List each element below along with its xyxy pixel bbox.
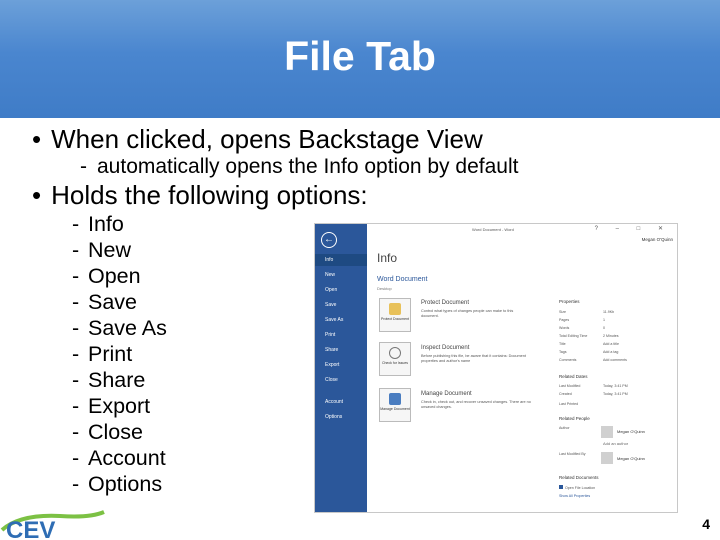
card-title: Manage Document <box>421 391 472 397</box>
related-dates-heading: Related Dates <box>559 374 588 379</box>
sidebar-item-save[interactable]: Save <box>315 299 367 311</box>
property-row[interactable]: Title Add a title <box>559 342 669 348</box>
option-item: - Share <box>72 368 146 392</box>
window-titlebar: Word Document - Word ? – □ ✕ Megan O'Qui… <box>367 224 677 242</box>
inspect-icon <box>389 347 401 359</box>
sidebar-item-share[interactable]: Share <box>315 344 367 356</box>
sidebar-item-info[interactable]: Info <box>315 254 367 266</box>
sidebar-item-open[interactable]: Open <box>315 284 367 296</box>
window-title: Word Document - Word <box>472 227 514 232</box>
bullet-backstage: • When clicked, opens Backstage View <box>32 124 483 154</box>
date-row: Created Today, 3:41 PM <box>559 392 628 396</box>
sidebar-item-account[interactable]: Account <box>315 396 367 408</box>
option-item: - Print <box>72 342 133 366</box>
show-all-properties-link[interactable]: Show All Properties <box>559 494 669 500</box>
properties-heading[interactable]: Properties <box>559 299 580 304</box>
last-modified-by-label: Last Modified By <box>559 452 586 456</box>
card-title: Protect Document <box>421 300 470 306</box>
option-item: - Save As <box>72 316 167 340</box>
card-text: Control what types of changes people can… <box>421 309 514 318</box>
folder-icon <box>559 485 563 489</box>
sidebar-item-options[interactable]: Options <box>315 411 367 423</box>
property-row: Pages 1 <box>559 318 605 322</box>
sidebar-item-close[interactable]: Close <box>315 374 367 386</box>
option-item: - Save <box>72 290 138 314</box>
page-number: 4 <box>702 516 710 532</box>
card-text: Before publishing this file, be aware th… <box>421 354 526 363</box>
sidebar-item-print[interactable]: Print <box>315 329 367 341</box>
option-item: - Account <box>72 446 166 470</box>
sidebar-item-export[interactable]: Export <box>315 359 367 371</box>
protect-document-button[interactable]: Protect Document <box>379 298 411 332</box>
bullet-text: When clicked, opens Backstage View <box>51 124 483 154</box>
option-item: - Info <box>72 212 124 236</box>
title-banner: File Tab <box>0 0 720 118</box>
related-people-heading: Related People <box>559 416 590 421</box>
add-author-link[interactable]: Add an author <box>603 441 628 446</box>
property-row[interactable]: Comments Add comments <box>559 358 669 364</box>
backstage-screenshot: ← Info New Open Save Save As Print Share… <box>314 223 678 513</box>
card-text: Check in, check out, and recover unsaved… <box>421 400 531 409</box>
sidebar-item-new[interactable]: New <box>315 269 367 281</box>
option-item: - Options <box>72 472 163 496</box>
sidebar-item-save-as[interactable]: Save As <box>315 314 367 326</box>
window-controls[interactable]: ? – □ ✕ <box>595 225 671 232</box>
document-icon <box>389 393 401 405</box>
backstage-heading: Info <box>377 251 398 265</box>
card-title: Inspect Document <box>421 345 470 351</box>
avatar <box>601 426 613 438</box>
property-row: Size 11.9Kb <box>559 310 615 314</box>
author-name[interactable]: Megan O'Quinn <box>617 429 645 434</box>
document-name: Word Document <box>377 276 428 283</box>
manage-document-button[interactable]: Manage Document <box>379 388 411 422</box>
check-for-issues-button[interactable]: Check for Issues <box>379 342 411 376</box>
user-name[interactable]: Megan O'Quinn <box>642 237 673 242</box>
property-row: Words 0 <box>559 326 605 330</box>
slide-title: File Tab <box>284 33 436 79</box>
lock-icon <box>389 303 401 315</box>
bullet-text: Holds the following options: <box>51 180 368 210</box>
option-item: - Open <box>72 264 141 288</box>
option-item: - Export <box>72 394 151 418</box>
svg-text:CEV: CEV <box>6 517 55 540</box>
cev-logo: CEV <box>0 510 105 540</box>
back-arrow-icon[interactable]: ← <box>321 232 337 248</box>
date-row: Last Printed <box>559 402 579 406</box>
date-row: Last Modified Today, 3:41 PM <box>559 384 628 388</box>
property-row[interactable]: Tags Add a tag <box>559 350 669 356</box>
last-modified-by-name[interactable]: Megan O'Quinn <box>617 456 645 461</box>
open-file-location-link[interactable]: Open File Location <box>559 485 669 491</box>
backstage-sidebar: ← Info New Open Save Save As Print Share… <box>315 224 367 512</box>
options-list: - Info - New - Open - Save - Save As - Print -… <box>72 211 167 497</box>
option-item: - New <box>72 238 132 262</box>
option-item: - Close <box>72 420 143 444</box>
bullet-options: • Holds the following options: <box>32 180 368 210</box>
related-documents-heading: Related Documents <box>559 475 599 480</box>
avatar <box>601 452 613 464</box>
document-location: Desktop <box>377 286 392 291</box>
sub-bullet-text: automatically opens the Info option by d… <box>97 155 519 178</box>
sub-bullet-info-default: - automatically opens the Info option by … <box>80 155 519 178</box>
author-label: Author <box>559 426 570 430</box>
property-row: Total Editing Time 2 Minutes <box>559 334 619 338</box>
